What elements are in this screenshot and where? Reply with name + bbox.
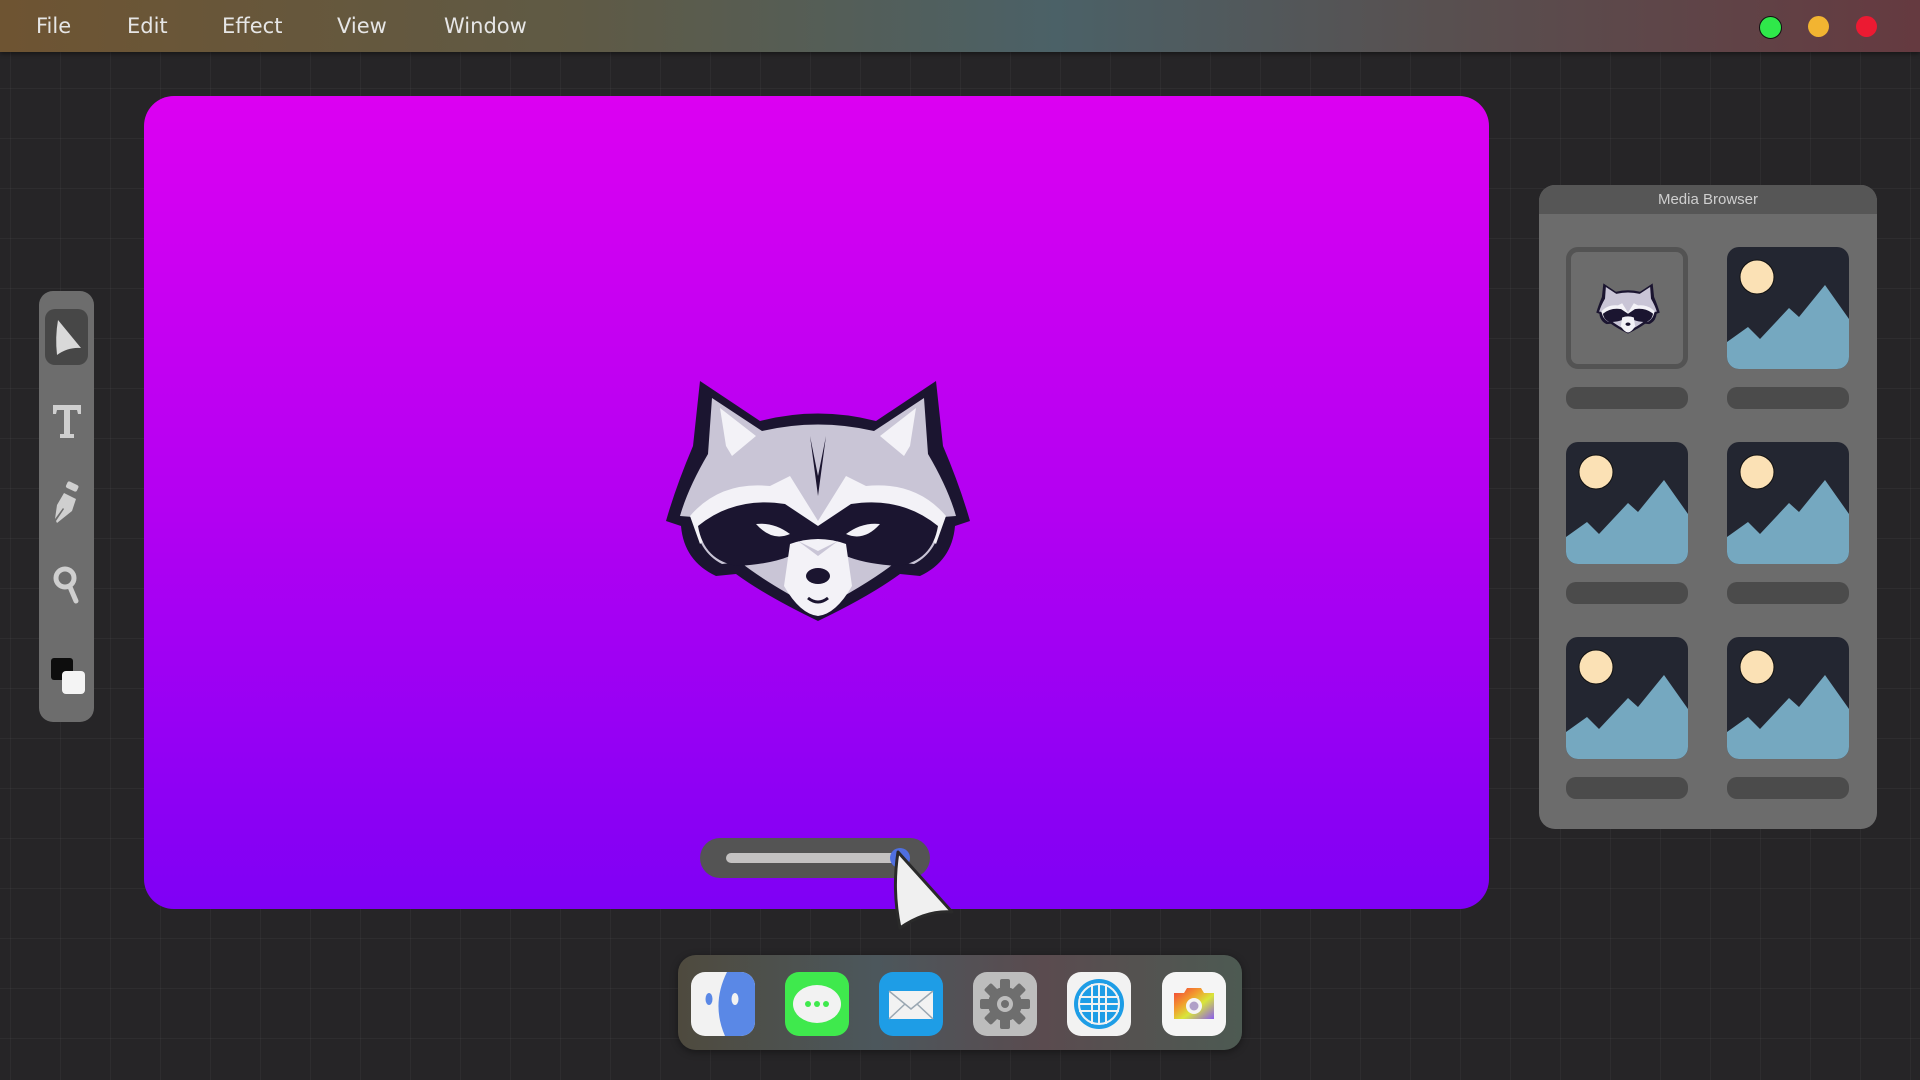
media-item-raccoon[interactable] bbox=[1566, 247, 1688, 369]
pen-nib-icon bbox=[54, 481, 78, 523]
fill-stroke-swatch-icon bbox=[50, 658, 85, 694]
minimize-button[interactable] bbox=[1808, 16, 1829, 37]
text-tool-button[interactable] bbox=[45, 393, 88, 449]
messages-icon bbox=[785, 972, 849, 1036]
image-placeholder-icon bbox=[1727, 637, 1849, 759]
slider-track[interactable] bbox=[726, 853, 904, 863]
zoom-tool-button[interactable] bbox=[45, 558, 88, 614]
media-browser-panel: Media Browser bbox=[1539, 185, 1877, 829]
media-item-label bbox=[1566, 582, 1688, 604]
close-button[interactable] bbox=[1856, 16, 1877, 37]
dock-settings[interactable] bbox=[973, 972, 1037, 1036]
dock bbox=[678, 955, 1242, 1050]
globe-icon bbox=[1067, 972, 1131, 1036]
menu-view[interactable]: View bbox=[337, 14, 387, 38]
media-item-label bbox=[1727, 582, 1849, 604]
magnifier-icon bbox=[53, 566, 78, 604]
canvas-zoom-slider[interactable] bbox=[700, 838, 930, 878]
color-swatch-button[interactable] bbox=[45, 648, 88, 704]
image-placeholder-icon bbox=[1727, 247, 1849, 369]
menu-file[interactable]: File bbox=[36, 14, 71, 38]
tool-palette bbox=[39, 291, 94, 722]
menu-bar: File Edit Effect View Window bbox=[0, 0, 1920, 52]
dock-camera[interactable] bbox=[1162, 972, 1226, 1036]
text-T-icon bbox=[52, 405, 81, 438]
camera-icon bbox=[1162, 972, 1226, 1036]
media-item-label bbox=[1566, 387, 1688, 409]
image-placeholder-icon bbox=[1566, 442, 1688, 564]
image-placeholder-icon bbox=[1727, 442, 1849, 564]
media-item-image[interactable] bbox=[1566, 637, 1688, 759]
finder-icon bbox=[691, 972, 755, 1036]
artboard-canvas[interactable] bbox=[144, 96, 1489, 909]
media-item-label bbox=[1727, 777, 1849, 799]
menu-window[interactable]: Window bbox=[444, 14, 527, 38]
media-item-image[interactable] bbox=[1566, 442, 1688, 564]
media-item-image[interactable] bbox=[1727, 247, 1849, 369]
slider-knob[interactable] bbox=[890, 848, 911, 868]
gear-icon bbox=[973, 972, 1037, 1036]
mail-icon bbox=[879, 972, 943, 1036]
pen-tool-button[interactable] bbox=[45, 475, 88, 531]
dock-finder[interactable] bbox=[691, 972, 755, 1036]
raccoon-thumbnail-icon bbox=[1596, 283, 1660, 334]
menu-edit[interactable]: Edit bbox=[127, 14, 168, 38]
raccoon-logo-image bbox=[666, 381, 970, 621]
media-item-image[interactable] bbox=[1727, 637, 1849, 759]
image-placeholder-icon bbox=[1566, 637, 1688, 759]
dock-mail[interactable] bbox=[879, 972, 943, 1036]
dock-messages[interactable] bbox=[785, 972, 849, 1036]
maximize-button[interactable] bbox=[1759, 16, 1782, 39]
pointer-arrow-icon bbox=[55, 320, 81, 355]
select-tool-button[interactable] bbox=[45, 309, 88, 365]
dock-browser[interactable] bbox=[1067, 972, 1131, 1036]
menu-effect[interactable]: Effect bbox=[222, 14, 282, 38]
media-item-image[interactable] bbox=[1727, 442, 1849, 564]
media-browser-title: Media Browser bbox=[1539, 185, 1877, 214]
media-item-label bbox=[1566, 777, 1688, 799]
media-item-label bbox=[1727, 387, 1849, 409]
